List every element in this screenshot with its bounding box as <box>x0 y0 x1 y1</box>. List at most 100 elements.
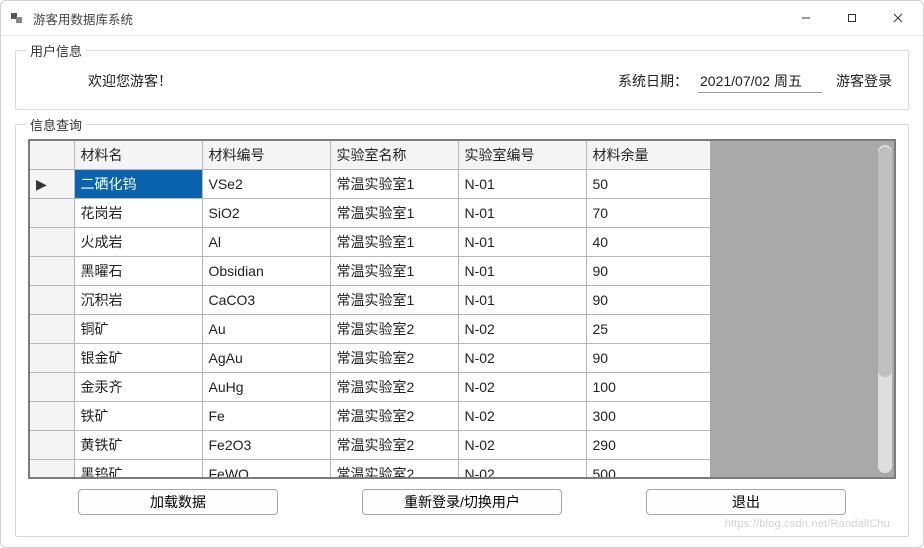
table-cell[interactable]: SiO2 <box>202 199 330 228</box>
column-header[interactable]: 材料余量 <box>586 141 710 170</box>
maximize-button[interactable] <box>829 2 875 34</box>
table-cell[interactable]: CaCO3 <box>202 286 330 315</box>
table-cell[interactable]: 黑钨矿 <box>74 460 202 478</box>
table-cell[interactable]: VSe2 <box>202 170 330 199</box>
row-header[interactable] <box>30 315 74 344</box>
table-cell[interactable]: N-02 <box>458 402 586 431</box>
table-row[interactable]: 花岗岩SiO2常温实验室1N-0170 <box>30 199 710 228</box>
row-header[interactable] <box>30 257 74 286</box>
load-data-button[interactable]: 加载数据 <box>78 489 278 515</box>
table-row[interactable]: 金汞齐AuHg常温实验室2N-02100 <box>30 373 710 402</box>
action-button-row: 加载数据 重新登录/切换用户 退出 <box>28 489 896 515</box>
table-cell[interactable]: Fe <box>202 402 330 431</box>
table-cell[interactable]: Al <box>202 228 330 257</box>
table-cell[interactable]: 二硒化钨 <box>74 170 202 199</box>
table-cell[interactable]: 常温实验室2 <box>330 315 458 344</box>
table-cell[interactable]: 常温实验室1 <box>330 286 458 315</box>
table-cell[interactable]: Obsidian <box>202 257 330 286</box>
system-date-value: 2021/07/02 周五 <box>698 70 822 93</box>
table-row[interactable]: 黑钨矿FeWO常温实验室2N-02500 <box>30 460 710 478</box>
column-header[interactable]: 材料名 <box>74 141 202 170</box>
table-cell[interactable]: N-01 <box>458 286 586 315</box>
table-cell[interactable]: N-01 <box>458 228 586 257</box>
system-date-label: 系统日期： <box>618 71 688 91</box>
table-cell[interactable]: 火成岩 <box>74 228 202 257</box>
row-header[interactable] <box>30 286 74 315</box>
table-cell[interactable]: 100 <box>586 373 710 402</box>
table-row[interactable]: 铜矿Au常温实验室2N-0225 <box>30 315 710 344</box>
row-header[interactable] <box>30 228 74 257</box>
table-cell[interactable]: 银金矿 <box>74 344 202 373</box>
table-cell[interactable]: 铁矿 <box>74 402 202 431</box>
table-row[interactable]: 黑曜石Obsidian常温实验室1N-0190 <box>30 257 710 286</box>
window-title: 游客用数据库系统 <box>33 9 133 28</box>
table-cell[interactable]: 常温实验室1 <box>330 170 458 199</box>
table-cell[interactable]: N-02 <box>458 373 586 402</box>
row-header[interactable] <box>30 344 74 373</box>
column-header[interactable]: 实验室名称 <box>330 141 458 170</box>
table-cell[interactable]: 常温实验室1 <box>330 199 458 228</box>
table-cell[interactable]: 常温实验室1 <box>330 228 458 257</box>
minimize-button[interactable] <box>783 2 829 34</box>
table-cell[interactable]: N-02 <box>458 460 586 478</box>
welcome-text: 欢迎您游客！ <box>88 71 172 91</box>
table-cell[interactable]: FeWO <box>202 460 330 478</box>
table-cell[interactable]: 90 <box>586 286 710 315</box>
table-cell[interactable]: N-02 <box>458 315 586 344</box>
table-cell[interactable]: N-01 <box>458 170 586 199</box>
table-cell[interactable]: 300 <box>586 402 710 431</box>
table-cell[interactable]: 黄铁矿 <box>74 431 202 460</box>
table-cell[interactable]: 500 <box>586 460 710 478</box>
table-cell[interactable]: 90 <box>586 344 710 373</box>
watermark: https://blog.csdn.net/RandallChu <box>725 518 890 530</box>
column-header[interactable]: 实验室编号 <box>458 141 586 170</box>
table-cell[interactable]: 常温实验室2 <box>330 373 458 402</box>
table-row[interactable]: 铁矿Fe常温实验室2N-02300 <box>30 402 710 431</box>
table-cell[interactable]: 常温实验室2 <box>330 431 458 460</box>
app-window: 游客用数据库系统 用户信息 欢迎您游客！ 系统日期： 2021/07/02 周五… <box>0 0 924 548</box>
table-cell[interactable]: N-02 <box>458 431 586 460</box>
table-cell[interactable]: 40 <box>586 228 710 257</box>
table-cell[interactable]: N-02 <box>458 344 586 373</box>
table-cell[interactable]: 常温实验室1 <box>330 257 458 286</box>
table-cell[interactable]: AuHg <box>202 373 330 402</box>
table-cell[interactable]: Fe2O3 <box>202 431 330 460</box>
table-row[interactable]: 黄铁矿Fe2O3常温实验室2N-02290 <box>30 431 710 460</box>
table-cell[interactable]: 铜矿 <box>74 315 202 344</box>
table-cell[interactable]: 70 <box>586 199 710 228</box>
row-header[interactable] <box>30 373 74 402</box>
table-cell[interactable]: Au <box>202 315 330 344</box>
row-header-corner[interactable] <box>30 141 74 170</box>
table-cell[interactable]: 黑曜石 <box>74 257 202 286</box>
exit-button[interactable]: 退出 <box>646 489 846 515</box>
table-cell[interactable]: 常温实验室2 <box>330 402 458 431</box>
row-header[interactable] <box>30 199 74 228</box>
table-cell[interactable]: N-01 <box>458 257 586 286</box>
table-row[interactable]: ▶二硒化钨VSe2常温实验室1N-0150 <box>30 170 710 199</box>
data-grid[interactable]: 材料名材料编号实验室名称实验室编号材料余量 ▶二硒化钨VSe2常温实验室1N-0… <box>28 139 896 479</box>
table-cell[interactable]: N-01 <box>458 199 586 228</box>
row-header[interactable] <box>30 431 74 460</box>
row-header[interactable]: ▶ <box>30 170 74 199</box>
table-cell[interactable]: 25 <box>586 315 710 344</box>
guest-login-button[interactable]: 游客登录 <box>832 69 896 93</box>
table-cell[interactable]: 90 <box>586 257 710 286</box>
close-button[interactable] <box>875 2 921 34</box>
table-cell[interactable]: 常温实验室2 <box>330 344 458 373</box>
table-row[interactable]: 火成岩Al常温实验室1N-0140 <box>30 228 710 257</box>
grid-scrollbar[interactable] <box>878 145 892 473</box>
column-header[interactable]: 材料编号 <box>202 141 330 170</box>
table-cell[interactable]: 50 <box>586 170 710 199</box>
table-cell[interactable]: 沉积岩 <box>74 286 202 315</box>
row-header[interactable] <box>30 402 74 431</box>
row-header[interactable] <box>30 460 74 478</box>
table-row[interactable]: 沉积岩CaCO3常温实验室1N-0190 <box>30 286 710 315</box>
table-cell[interactable]: 金汞齐 <box>74 373 202 402</box>
table-cell[interactable]: 290 <box>586 431 710 460</box>
table-cell[interactable]: AgAu <box>202 344 330 373</box>
table-cell[interactable]: 花岗岩 <box>74 199 202 228</box>
relogin-button[interactable]: 重新登录/切换用户 <box>362 489 562 515</box>
grid-scrollbar-thumb[interactable] <box>878 147 892 377</box>
table-cell[interactable]: 常温实验室2 <box>330 460 458 478</box>
table-row[interactable]: 银金矿AgAu常温实验室2N-0290 <box>30 344 710 373</box>
